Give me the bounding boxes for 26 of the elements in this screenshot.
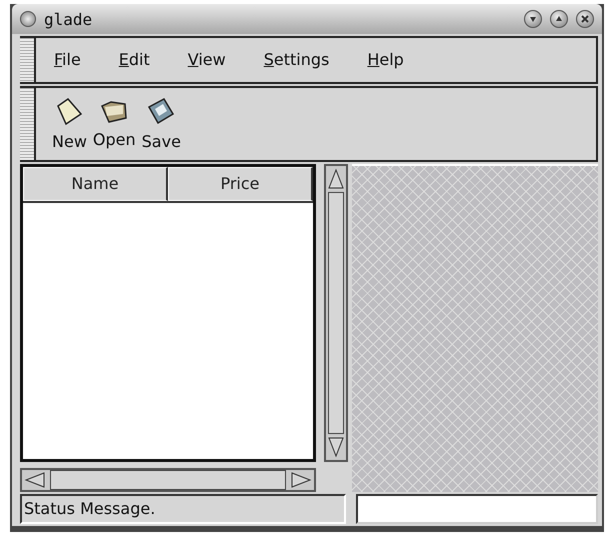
toolbar-button[interactable]: Open	[90, 98, 138, 150]
scrollbar-thumb[interactable]	[328, 192, 344, 434]
vertical-scrollbar[interactable]	[324, 164, 348, 462]
toolbar-button[interactable]: Save	[140, 96, 183, 152]
close-button[interactable]	[576, 10, 594, 28]
menu-item[interactable]: File	[50, 50, 95, 70]
column-header[interactable]: Price	[168, 166, 313, 201]
drag-handle[interactable]	[20, 38, 36, 82]
down-arrow-icon	[528, 14, 538, 24]
horizontal-scrollbar[interactable]	[20, 468, 316, 492]
up-arrow-icon	[554, 14, 564, 24]
drag-handle[interactable]	[20, 88, 36, 160]
minimize-button[interactable]	[524, 10, 542, 28]
menu-item[interactable]: View	[184, 50, 240, 70]
menu-item[interactable]: Edit	[114, 50, 164, 70]
window-menu-icon[interactable]	[20, 11, 36, 27]
column-header[interactable]: Name	[23, 166, 168, 201]
scrollbar-thumb[interactable]	[50, 470, 286, 490]
menu-item[interactable]: Help	[363, 50, 418, 70]
window-title: glade	[44, 10, 92, 28]
close-icon	[580, 14, 590, 24]
page-icon	[54, 96, 84, 126]
maximize-button[interactable]	[550, 10, 568, 28]
menu-item[interactable]: Settings	[260, 50, 344, 70]
toolbar-button[interactable]: New	[50, 96, 89, 152]
status-message: Status Message.	[20, 494, 346, 524]
